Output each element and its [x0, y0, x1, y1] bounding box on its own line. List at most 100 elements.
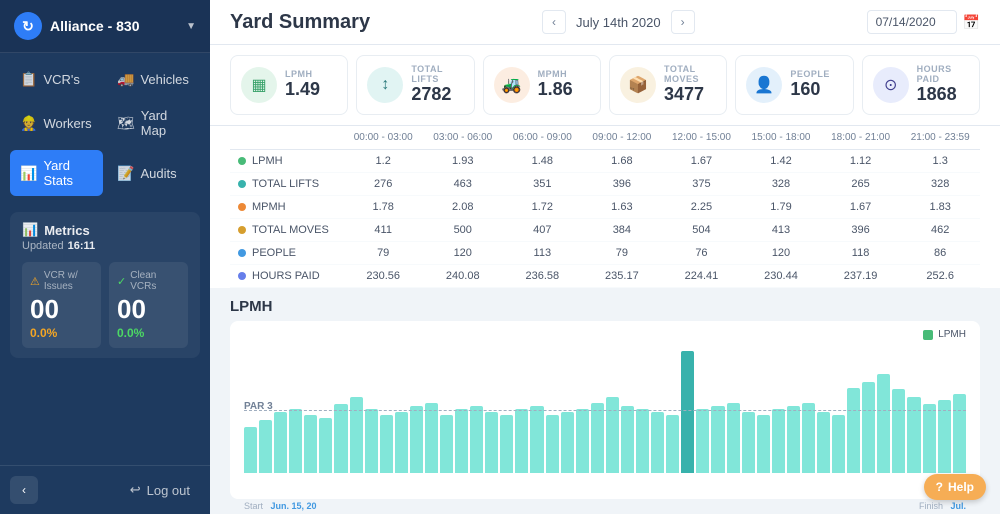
table-cell: 2.25	[662, 196, 742, 219]
data-table-container: 00:00 - 03:00 03:00 - 06:00 06:00 - 09:0…	[210, 126, 1000, 289]
chart-bar	[681, 351, 694, 473]
table-cell: 2.08	[423, 196, 503, 219]
chart-bar	[862, 382, 875, 473]
chart-bar	[470, 406, 483, 473]
sidebar-item-yard-map[interactable]: 🗺 Yard Map	[107, 100, 200, 146]
mpmh-label: MPMH	[538, 69, 573, 79]
table-cell: 118	[821, 242, 901, 265]
sidebar-item-label: Workers	[43, 116, 91, 131]
sidebar-header[interactable]: ↻ Alliance - 830 ▼	[0, 0, 210, 53]
hours-paid-value: 1868	[917, 84, 969, 106]
row-dot	[238, 180, 246, 188]
total-lifts-label: TOTAL LIFTS	[411, 64, 463, 84]
logout-button[interactable]: ↩ Log out	[120, 476, 200, 504]
chart-bar	[244, 427, 257, 473]
chart-bar	[350, 397, 363, 473]
sidebar-item-label: Yard Stats	[43, 158, 93, 188]
table-cell: 1.42	[741, 149, 821, 173]
mpmh-value: 1.86	[538, 79, 573, 101]
vcrs-icon: 📋	[20, 71, 37, 88]
chart-bar	[953, 394, 966, 473]
data-table: 00:00 - 03:00 03:00 - 06:00 06:00 - 09:0…	[230, 126, 980, 289]
lpmh-value: 1.49	[285, 79, 320, 101]
col-header-4: 12:00 - 15:00	[662, 126, 742, 150]
x-end: Finish Jul.	[919, 501, 966, 511]
lpmh-card: ▦ LPMH 1.49	[230, 55, 348, 115]
x-start: Start Jun. 15, 20	[244, 501, 317, 511]
table-cell: 384	[582, 219, 662, 242]
summary-cards: ▦ LPMH 1.49 ↕ TOTAL LIFTS 2782 🚜 MPMH 1.…	[210, 45, 1000, 126]
chart-bar	[319, 418, 332, 473]
chart-title: LPMH	[230, 298, 980, 315]
yard-map-icon: 🗺	[117, 115, 135, 132]
lpmh-icon: ▦	[241, 67, 277, 103]
people-value: 160	[790, 79, 830, 101]
col-header-7: 21:00 - 23:59	[900, 126, 980, 150]
row-label: TOTAL MOVES	[252, 224, 329, 236]
table-cell: 237.19	[821, 265, 901, 288]
chart-bar	[259, 420, 272, 473]
metrics-icon: 📊	[22, 222, 38, 238]
row-dot	[238, 157, 246, 165]
vcr-issues-label: ⚠ VCR w/ Issues	[30, 270, 93, 292]
chart-area: LPMH LPMH PAR 3 Start Jun. 15, 20 Finish…	[210, 288, 1000, 514]
sidebar-collapse-button[interactable]: ‹	[10, 476, 38, 504]
lpmh-label: LPMH	[285, 69, 320, 79]
sidebar-item-audits[interactable]: 📝 Audits	[107, 150, 200, 196]
chart-container: LPMH PAR 3	[230, 321, 980, 499]
chart-bar	[772, 409, 785, 473]
table-cell: 230.56	[343, 265, 423, 288]
total-lifts-value: 2782	[411, 84, 463, 106]
table-row: MPMH1.782.081.721.632.251.791.671.83	[230, 196, 980, 219]
total-moves-icon: 📦	[620, 67, 656, 103]
col-header-6: 18:00 - 21:00	[821, 126, 901, 150]
table-cell: 413	[741, 219, 821, 242]
workers-icon: 👷	[20, 115, 37, 132]
chart-bar	[274, 412, 287, 473]
sidebar-item-vcrs[interactable]: 📋 VCR's	[10, 63, 103, 96]
sidebar-item-vehicles[interactable]: 🚚 Vehicles	[107, 63, 200, 96]
updated-time: 16:11	[68, 240, 96, 252]
page-title: Yard Summary	[230, 11, 370, 34]
chart-bar	[440, 415, 453, 473]
table-cell: 407	[503, 219, 583, 242]
chart-bar	[757, 415, 770, 473]
table-header-row: 00:00 - 03:00 03:00 - 06:00 06:00 - 09:0…	[230, 126, 980, 150]
calendar-icon[interactable]: 📅	[963, 14, 980, 31]
sidebar-item-workers[interactable]: 👷 Workers	[10, 100, 103, 146]
help-button[interactable]: ? Help	[924, 474, 986, 500]
chart-bar	[561, 412, 574, 473]
table-cell: 1.3	[900, 149, 980, 173]
table-cell: 86	[900, 242, 980, 265]
mpmh-icon: 🚜	[494, 67, 530, 103]
chart-bar	[500, 415, 513, 473]
chevron-down-icon: ▼	[186, 21, 196, 32]
sidebar-item-label: Yard Map	[141, 108, 190, 138]
chart-bar	[410, 406, 423, 473]
next-date-button[interactable]: ›	[671, 10, 695, 34]
table-cell: 120	[741, 242, 821, 265]
chart-bar	[727, 403, 740, 473]
table-cell: 1.78	[343, 196, 423, 219]
logout-icon: ↩	[130, 482, 141, 498]
table-cell: 411	[343, 219, 423, 242]
chart-bar	[485, 412, 498, 473]
chart-legend: LPMH	[923, 329, 966, 340]
table-cell: 500	[423, 219, 503, 242]
table-cell: 1.48	[503, 149, 583, 173]
sidebar-item-yard-stats[interactable]: 📊 Yard Stats	[10, 150, 103, 196]
row-label: PEOPLE	[252, 247, 296, 259]
metrics-label: Metrics	[44, 223, 90, 238]
clean-vcrs-pct: 0.0%	[117, 326, 180, 340]
table-cell: 462	[900, 219, 980, 242]
updated-label: Updated	[22, 240, 64, 252]
metrics-grid: ⚠ VCR w/ Issues 00 0.0% ✓ Clean VCRs 00 …	[22, 262, 188, 348]
table-cell: 252.6	[900, 265, 980, 288]
sidebar-item-label: Vehicles	[140, 72, 188, 87]
prev-date-button[interactable]: ‹	[542, 10, 566, 34]
date-input[interactable]	[867, 10, 957, 34]
main-content: Yard Summary ‹ July 14th 2020 › 📅 ▦ LPMH…	[210, 0, 1000, 514]
clean-vcrs-label: ✓ Clean VCRs	[117, 270, 180, 292]
clean-vcrs-box: ✓ Clean VCRs 00 0.0%	[109, 262, 188, 348]
chart-bar	[515, 409, 528, 473]
